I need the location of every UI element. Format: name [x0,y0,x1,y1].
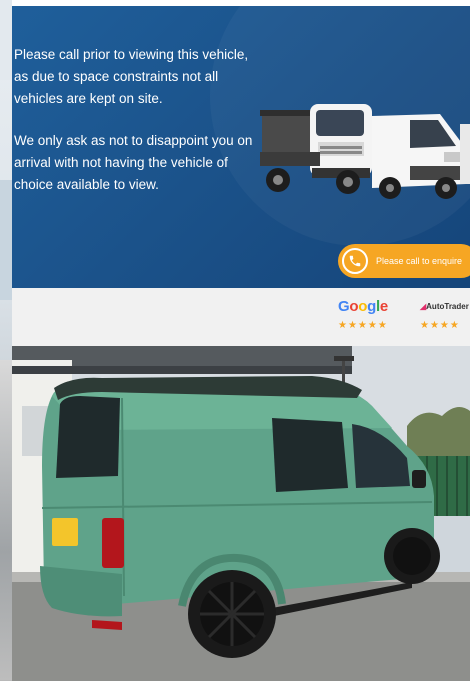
dealer-notice-banner: Please call prior to viewing this vehicl… [12,6,470,288]
phone-icon [342,248,368,274]
vehicle-photo[interactable] [12,346,470,681]
truck-icon [260,104,372,194]
notice-paragraph-2: We only ask as not to disappoint you on … [14,133,253,192]
call-to-enquire-button[interactable]: Please call to enquire [338,244,470,278]
autotrader-label: AutoTrader [426,302,469,311]
notice-paragraph-1: Please call prior to viewing this vehicl… [14,47,249,106]
google-rating-stars: ★★★★★ [338,320,388,331]
van-icon [372,114,466,199]
left-edge-strip [0,0,12,681]
cta-label: Please call to enquire [376,256,463,266]
green-camper-van-image [12,346,470,681]
google-logo: Google [338,298,388,315]
autotrader-rating-stars: ★★★★ [420,320,460,331]
autotrader-logo: ◢AutoTrader [420,302,469,311]
viewing-notice: Please call prior to viewing this vehicl… [14,44,254,216]
ratings-strip: Google ★★★★★ ◢AutoTrader ★★★★ [12,288,470,346]
truck-and-van-image [260,104,470,199]
